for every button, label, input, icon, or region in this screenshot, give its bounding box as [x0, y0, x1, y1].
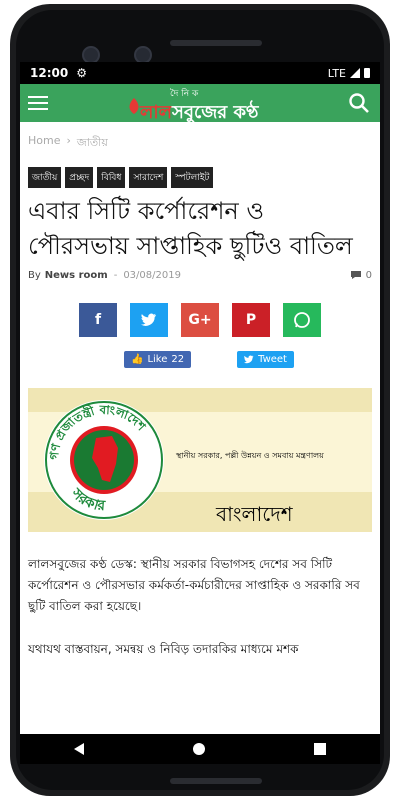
share-facebook-button[interactable]: f — [79, 302, 117, 337]
tweet-button[interactable]: Tweet — [237, 350, 294, 368]
article-content: Home › জাতীয় জাতীয় প্রচ্ছদ বিবিধ সারাদ… — [20, 134, 380, 660]
article-body: লালসবুজের কণ্ঠ ডেস্ক: স্থানীয় সরকার বিভ… — [28, 554, 372, 660]
tag-jatiyo[interactable]: জাতীয় — [28, 167, 62, 188]
share-buttons: f G+ P — [28, 302, 372, 337]
article-title: এবার সিটি কর্পোরেশন ও পৌরসভায় সাপ্তাহিক… — [28, 197, 353, 260]
twitter-bird-icon — [244, 355, 254, 363]
comments-count-value: 0 — [365, 269, 372, 281]
back-icon[interactable] — [74, 743, 85, 755]
breadcrumb-category[interactable]: জাতীয় — [77, 134, 108, 153]
pinterest-icon: P — [245, 311, 257, 328]
like-label: Like — [147, 353, 168, 365]
ministry-name: স্থানীয় সরকার, পল্লী উন্নয়ন ও সমবায় ম… — [176, 450, 324, 460]
share-googleplus-button[interactable]: G+ — [181, 302, 219, 337]
date-separator: - — [113, 269, 118, 281]
googleplus-icon: G+ — [188, 311, 212, 328]
like-count: 22 — [171, 353, 185, 365]
tag-spotlight[interactable]: স্পটলাইট — [171, 167, 214, 188]
article-paragraph: লালসবুজের কণ্ঠ ডেস্ক: স্থানীয় সরকার বিভ… — [28, 556, 360, 613]
battery-icon — [364, 68, 370, 78]
share-whatsapp-button[interactable] — [283, 302, 321, 337]
twitter-icon — [141, 313, 156, 326]
author-name[interactable]: News room — [45, 270, 108, 281]
government-seal-logo: গণ প্রজাতন্ত্রী বাংলাদেশ সরকার — [44, 399, 164, 520]
logo-leaf-icon — [129, 98, 139, 114]
menu-hamburger-icon[interactable] — [28, 96, 48, 110]
thumbs-up-icon: 👍 — [131, 353, 144, 365]
byline-prefix: By — [28, 269, 41, 281]
tag-saradesh[interactable]: সারাদেশ — [129, 167, 168, 188]
status-time: 12:00 — [30, 66, 69, 80]
breadcrumb: Home › জাতীয় — [28, 134, 372, 153]
article-featured-image[interactable]: গণ প্রজাতন্ত্রী বাংলাদেশ সরকার স্থানীয় … — [28, 387, 372, 532]
facebook-icon: f — [94, 311, 102, 328]
share-twitter-button[interactable] — [130, 302, 168, 337]
screen: 12:00 ⚙ LTE দৈ নি ক লালসবুজের কণ্ঠ Home … — [20, 62, 380, 734]
android-nav-bar — [20, 734, 380, 764]
status-bar: 12:00 ⚙ LTE — [20, 62, 380, 84]
app-bar: দৈ নি ক লালসবুজের কণ্ঠ — [20, 84, 380, 123]
home-icon[interactable] — [192, 743, 205, 755]
signal-icon — [350, 68, 360, 78]
search-icon[interactable] — [348, 92, 370, 114]
social-counters: 👍 Like 22 Tweet — [124, 350, 372, 368]
article-paragraph: যথাযথ বাস্তবায়ন, সমন্বয় ও নিবিড় তদারক… — [28, 641, 299, 656]
share-pinterest-button[interactable]: P — [232, 302, 270, 337]
earpiece — [170, 40, 262, 46]
settings-gear-icon: ⚙ — [76, 66, 87, 80]
country-name: বাংলাদেশ — [216, 501, 293, 526]
comments-count[interactable]: 0 — [350, 270, 372, 281]
tweet-label: Tweet — [258, 353, 287, 365]
bottom-speaker — [170, 778, 262, 784]
facebook-like-button[interactable]: 👍 Like 22 — [124, 350, 192, 368]
whatsapp-icon — [294, 311, 310, 328]
network-label: LTE — [327, 66, 346, 80]
tag-bibidh[interactable]: বিবিধ — [97, 167, 126, 188]
breadcrumb-home[interactable]: Home — [28, 134, 60, 153]
comment-icon — [350, 271, 361, 280]
logo-name: লালসবুজের কণ্ঠ — [140, 102, 259, 123]
category-tags: জাতীয় প্রচ্ছদ বিবিধ সারাদেশ স্পটলাইট — [28, 167, 372, 188]
article-meta: By News room - 03/08/2019 0 — [28, 270, 372, 281]
recent-apps-icon[interactable] — [313, 743, 326, 755]
publish-date: 03/08/2019 — [123, 269, 181, 281]
breadcrumb-separator: › — [66, 134, 71, 147]
site-logo[interactable]: দৈ নি ক লালসবুজের কণ্ঠ — [120, 86, 280, 123]
tag-prochhod[interactable]: প্রচ্ছদ — [65, 167, 94, 188]
